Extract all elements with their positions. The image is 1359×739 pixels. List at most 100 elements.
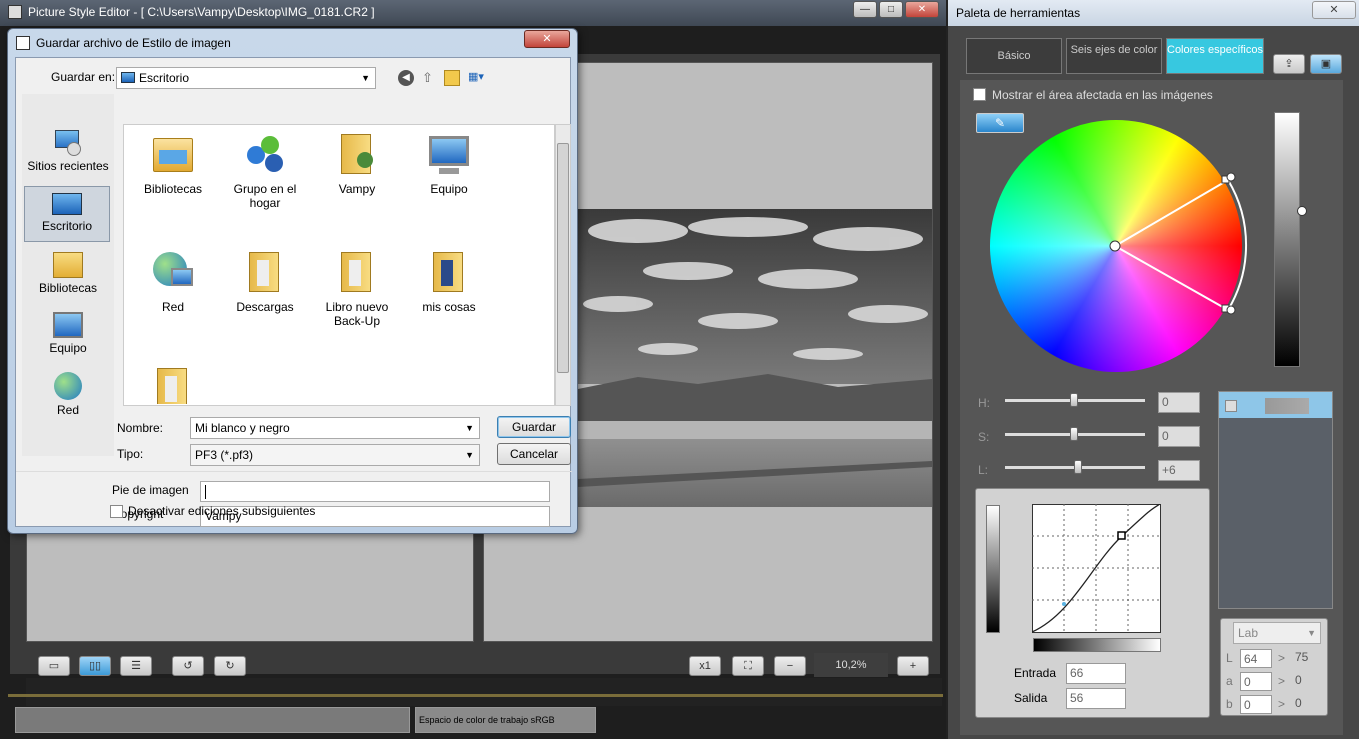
load-icon[interactable]: ⇪: [1273, 54, 1305, 74]
status-left: [15, 707, 410, 733]
salida-label: Salida: [1014, 691, 1048, 705]
nav-network[interactable]: Red: [26, 372, 110, 417]
homegroup-icon: [241, 130, 289, 178]
zoom-out-button[interactable]: −: [774, 656, 806, 676]
recent-places-icon: [53, 128, 83, 156]
tab-seis-ejes[interactable]: Seis ejes de color: [1066, 38, 1162, 74]
wheel-selection[interactable]: [990, 120, 1250, 380]
save-in-value: Escritorio: [139, 71, 190, 85]
l-label: L:: [978, 463, 989, 477]
nav-network-label: Red: [56, 403, 79, 417]
split-horizontal-button[interactable]: ☰: [120, 656, 152, 676]
lab-b-input[interactable]: 0: [1240, 695, 1272, 714]
save-button[interactable]: Guardar: [497, 416, 571, 438]
nav-computer-label: Equipo: [49, 341, 87, 355]
type-label: Tipo:: [117, 447, 144, 461]
entrada-field[interactable]: 66: [1066, 663, 1126, 684]
places-bar: Sitios recientes Escritorio Bibliotecas …: [22, 94, 114, 456]
luminance-handle[interactable]: [1297, 206, 1307, 216]
folder-icon: [425, 248, 473, 296]
show-affected-checkbox[interactable]: [973, 88, 986, 101]
main-close-button[interactable]: ✕: [905, 1, 939, 18]
h-value[interactable]: 0: [1158, 392, 1200, 413]
lab-b-output: 0: [1295, 696, 1302, 710]
luminance-bar[interactable]: [1274, 112, 1300, 367]
app-icon: [8, 5, 22, 19]
tool-palette: Paleta de herramientas ✕ Básico Seis eje…: [946, 0, 1359, 739]
folder-icon: [149, 364, 197, 404]
split-vertical-button[interactable]: ▯▯: [79, 656, 111, 676]
file-item-libro-nuevo[interactable]: Libro nuevo Back-Up: [312, 248, 402, 328]
type-value: PF3 (*.pf3): [195, 448, 254, 462]
entrada-label: Entrada: [1014, 666, 1057, 680]
maximize-button[interactable]: □: [879, 1, 903, 18]
zoom-in-button[interactable]: +: [897, 656, 929, 676]
nav-libraries[interactable]: Bibliotecas: [26, 252, 110, 295]
dialog-close-button[interactable]: ✕: [524, 30, 570, 48]
rotate-right-button[interactable]: ↻: [214, 656, 246, 676]
scrollbar-thumb[interactable]: [557, 143, 569, 373]
s-value[interactable]: 0: [1158, 426, 1200, 447]
file-item-descargas[interactable]: Descargas: [220, 248, 310, 314]
color-list: [1218, 391, 1333, 609]
new-folder-icon[interactable]: [444, 70, 460, 86]
nav-recent-places[interactable]: Sitios recientes: [26, 128, 110, 173]
view-menu-icon[interactable]: ▦▾: [468, 70, 492, 86]
name-field[interactable]: Mi blanco y negro ▼: [190, 417, 480, 439]
palette-close-button[interactable]: ✕: [1312, 1, 1356, 19]
lab-a-input[interactable]: 0: [1240, 672, 1272, 691]
l-slider-thumb[interactable]: [1074, 460, 1082, 474]
show-affected-label: Mostrar el área afectada en las imágenes: [992, 88, 1213, 102]
lab-select[interactable]: Lab ▼: [1233, 622, 1321, 644]
disable-edits-checkbox[interactable]: [110, 505, 123, 518]
file-item-bibliotecas[interactable]: Bibliotecas: [128, 130, 218, 196]
file-item-equipo[interactable]: Equipo: [404, 130, 494, 196]
single-view-button[interactable]: ▭: [38, 656, 70, 676]
h-label: H:: [978, 396, 990, 410]
file-list-scrollbar[interactable]: [555, 124, 571, 406]
back-icon[interactable]: ◀: [398, 70, 414, 86]
save-in-select[interactable]: Escritorio ▼: [116, 67, 376, 89]
desktop-icon: [121, 72, 135, 83]
tab-colores-especificos[interactable]: Colores específicos: [1166, 38, 1264, 74]
color-item-checkbox[interactable]: [1225, 400, 1237, 412]
lab-l-label: L: [1226, 651, 1233, 665]
lab-arrow: >: [1278, 651, 1286, 665]
folder-icon: [333, 248, 381, 296]
file-item-homegroup[interactable]: Grupo en el hogar: [220, 130, 310, 210]
nav-desktop-label: Escritorio: [41, 219, 92, 233]
nav-recent-label: Sitios recientes: [27, 159, 109, 173]
tone-curve-graph[interactable]: [1032, 504, 1162, 634]
s-slider-thumb[interactable]: [1070, 427, 1078, 441]
file-item-vampy[interactable]: Vampy: [312, 130, 402, 196]
network-icon: [54, 372, 82, 400]
computer-icon: [53, 312, 83, 338]
main-title-bar: Picture Style Editor - [ C:\Users\Vampy\…: [0, 0, 946, 26]
cancel-button[interactable]: Cancelar: [497, 443, 571, 465]
nav-computer[interactable]: Equipo: [26, 312, 110, 355]
file-label: Descargas: [236, 300, 294, 314]
tab-basico[interactable]: Básico: [966, 38, 1062, 74]
caption-field[interactable]: [200, 481, 550, 502]
save-icon[interactable]: ▣: [1310, 54, 1342, 74]
nav-desktop[interactable]: Escritorio: [24, 186, 110, 242]
file-item-folder[interactable]: [128, 364, 218, 404]
up-folder-icon[interactable]: ⇧: [422, 70, 438, 86]
main-title: Picture Style Editor - [ C:\Users\Vampy\…: [28, 5, 375, 19]
file-label: mis cosas: [422, 300, 476, 314]
file-label: Bibliotecas: [143, 182, 203, 196]
file-item-mis-cosas[interactable]: mis cosas: [404, 248, 494, 314]
minimize-button[interactable]: —: [853, 1, 877, 18]
lab-l-input[interactable]: 64: [1240, 649, 1272, 668]
libraries-icon: [149, 130, 197, 178]
lab-a-label: a: [1226, 674, 1233, 688]
file-item-red[interactable]: Red: [128, 248, 218, 314]
rotate-left-button[interactable]: ↺: [172, 656, 204, 676]
fit-window-button[interactable]: ⛶: [732, 656, 764, 676]
l-value[interactable]: +6: [1158, 460, 1200, 481]
color-list-item[interactable]: [1219, 392, 1332, 418]
salida-field[interactable]: 56: [1066, 688, 1126, 709]
zoom-100-button[interactable]: x1: [689, 656, 721, 676]
type-select[interactable]: PF3 (*.pf3) ▼: [190, 444, 480, 466]
h-slider-thumb[interactable]: [1070, 393, 1078, 407]
